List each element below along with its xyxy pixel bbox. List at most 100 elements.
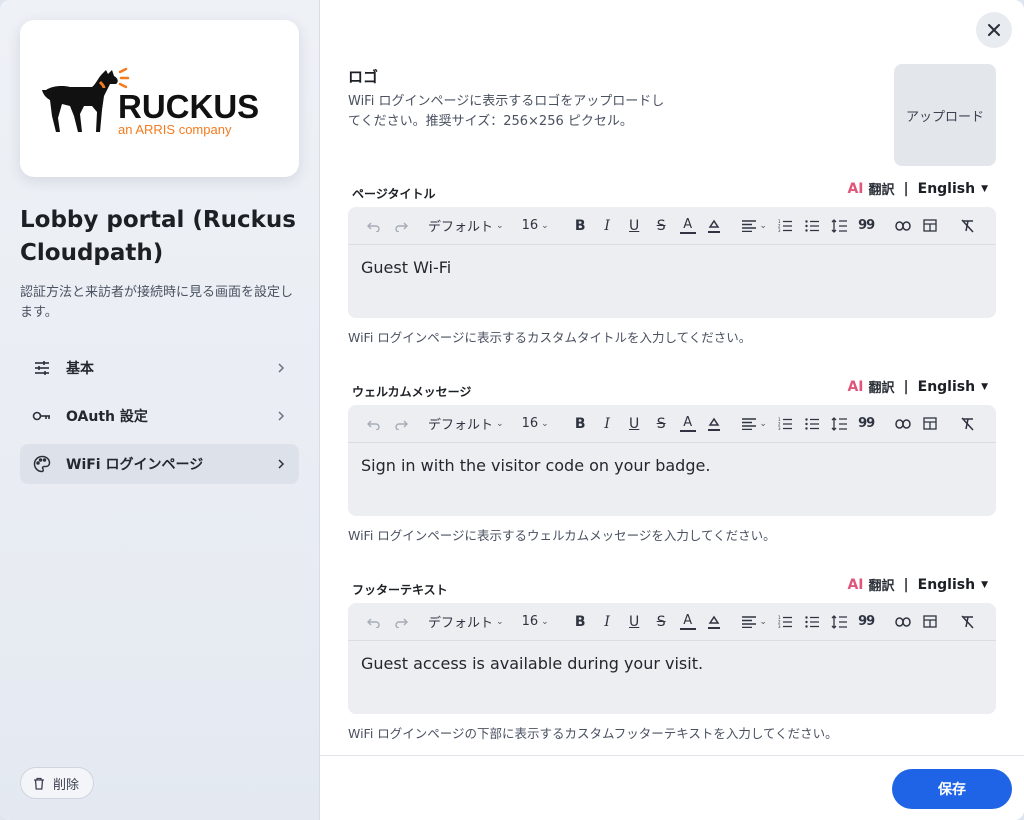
bold-icon[interactable]: B xyxy=(567,215,594,237)
chevron-down-icon: ⌄ xyxy=(496,418,504,429)
highlight-color-icon[interactable] xyxy=(701,215,728,237)
logo-section-description: WiFi ログインページに表示するロゴをアップロードしてください。推奨サイズ：2… xyxy=(348,94,665,129)
ordered-list-icon[interactable]: 123 xyxy=(772,413,799,435)
upload-logo-button[interactable]: アップロード xyxy=(894,64,996,166)
close-icon xyxy=(988,24,1000,36)
chevron-down-icon: ⌄ xyxy=(541,418,549,429)
delete-button[interactable]: 削除 xyxy=(20,767,95,799)
chevron-right-icon xyxy=(278,411,285,421)
ordered-list-icon[interactable]: 123 xyxy=(772,611,799,633)
clear-formatting-icon[interactable] xyxy=(954,413,981,435)
language-select[interactable]: English ▼ xyxy=(918,181,988,197)
settings-nav: 基本 OAuth 設定 WiFi ログインページ xyxy=(20,348,299,492)
clear-formatting-icon[interactable] xyxy=(954,215,981,237)
ai-badge: AI xyxy=(847,180,864,197)
strikethrough-icon[interactable]: S xyxy=(648,413,675,435)
undo-icon[interactable] xyxy=(360,215,387,237)
main-panel: ロゴ WiFi ログインページに表示するロゴをアップロードしてください。推奨サイ… xyxy=(320,0,1024,820)
editor-content[interactable]: Sign in with the visitor code on your ba… xyxy=(348,443,996,488)
quote-icon[interactable]: 99 xyxy=(853,611,880,633)
font-family-select[interactable]: デフォルト ⌄ xyxy=(424,413,508,435)
undo-icon[interactable] xyxy=(360,611,387,633)
table-icon[interactable] xyxy=(917,413,944,435)
ruckus-logo: RUCKUS an ARRIS company xyxy=(42,67,259,137)
highlight-color-icon[interactable] xyxy=(701,611,728,633)
bullet-list-icon[interactable] xyxy=(799,611,826,633)
strikethrough-icon[interactable]: S xyxy=(648,611,675,633)
italic-icon[interactable]: I xyxy=(594,215,621,237)
undo-icon[interactable] xyxy=(360,413,387,435)
line-height-icon[interactable] xyxy=(826,413,853,435)
redo-icon[interactable] xyxy=(387,413,414,435)
line-height-icon[interactable] xyxy=(826,611,853,633)
font-family-value: デフォルト xyxy=(428,220,494,235)
field-tools: AI 翻訳 | English ▼ xyxy=(847,179,988,199)
chevron-down-icon: ⌄ xyxy=(759,616,767,627)
highlight-color-icon[interactable] xyxy=(701,413,728,435)
table-icon[interactable] xyxy=(917,611,944,633)
underline-icon[interactable]: U xyxy=(621,215,648,237)
chevron-right-icon xyxy=(278,363,285,373)
nav-item-basic[interactable]: 基本 xyxy=(20,348,299,388)
align-icon[interactable]: ⌄ xyxy=(738,215,772,237)
strikethrough-icon[interactable]: S xyxy=(648,215,675,237)
link-icon[interactable] xyxy=(890,413,917,435)
editor-content[interactable]: Guest access is available during your vi… xyxy=(348,641,996,686)
svg-text:3: 3 xyxy=(778,228,781,232)
text-color-icon[interactable]: A xyxy=(679,415,696,432)
bullet-list-icon[interactable] xyxy=(799,215,826,237)
bold-icon[interactable]: B xyxy=(567,611,594,633)
language-select[interactable]: English ▼ xyxy=(918,379,988,395)
bold-icon[interactable]: B xyxy=(567,413,594,435)
redo-icon[interactable] xyxy=(387,611,414,633)
italic-icon[interactable]: I xyxy=(594,611,621,633)
link-icon[interactable] xyxy=(890,215,917,237)
link-icon[interactable] xyxy=(890,611,917,633)
field-help: WiFi ログインページに表示するカスタムタイトルを入力してください。 xyxy=(348,330,752,345)
chevron-down-icon: ⌄ xyxy=(541,616,549,627)
ai-translate-button[interactable]: 翻訳 xyxy=(868,377,894,396)
align-icon[interactable]: ⌄ xyxy=(738,611,772,633)
save-button[interactable]: 保存 xyxy=(892,769,1012,809)
ai-translate-button[interactable]: 翻訳 xyxy=(868,575,894,594)
chevron-down-icon: ⌄ xyxy=(759,220,767,231)
font-family-select[interactable]: デフォルト ⌄ xyxy=(424,215,508,237)
editor-content[interactable]: Guest Wi-Fi xyxy=(348,245,996,290)
trash-icon xyxy=(34,777,44,790)
field-label: ページタイトル xyxy=(352,187,436,201)
ordered-list-icon[interactable]: 123 xyxy=(772,215,799,237)
ai-badge: AI xyxy=(847,576,864,593)
nav-item-oauth[interactable]: OAuth 設定 xyxy=(20,396,299,436)
editor-toolbar: デフォルト ⌄ 16 ⌄ B I U S A ⌄ 123 99 xyxy=(348,207,996,245)
chevron-down-icon: ⌄ xyxy=(496,220,504,231)
bullet-list-icon[interactable] xyxy=(799,413,826,435)
font-size-select[interactable]: 16 ⌄ xyxy=(518,611,553,633)
font-size-value: 16 xyxy=(521,218,539,233)
nav-item-wifi-login-page[interactable]: WiFi ログインページ xyxy=(20,444,299,484)
text-color-icon[interactable]: A xyxy=(679,217,696,234)
field-help: WiFi ログインページに表示するウェルカムメッセージを入力してください。 xyxy=(348,528,776,543)
rich-text-editor: デフォルト ⌄ 16 ⌄ B I U S A ⌄ 123 99 xyxy=(348,405,996,516)
language-select[interactable]: English ▼ xyxy=(918,577,988,593)
caret-down-icon: ▼ xyxy=(981,183,988,194)
redo-icon[interactable] xyxy=(387,215,414,237)
underline-icon[interactable]: U xyxy=(621,413,648,435)
line-height-icon[interactable] xyxy=(826,215,853,237)
underline-icon[interactable]: U xyxy=(621,611,648,633)
app-description: 認証方法と来訪者が接続時に見る画面を設定します。 xyxy=(20,285,294,320)
table-icon[interactable] xyxy=(917,215,944,237)
clear-formatting-icon[interactable] xyxy=(954,611,981,633)
divider: | xyxy=(903,180,909,197)
text-color-icon[interactable]: A xyxy=(679,613,696,630)
font-size-select[interactable]: 16 ⌄ xyxy=(518,215,553,237)
ai-translate-button[interactable]: 翻訳 xyxy=(868,179,894,198)
field-label: ウェルカムメッセージ xyxy=(352,385,472,399)
italic-icon[interactable]: I xyxy=(594,413,621,435)
quote-icon[interactable]: 99 xyxy=(853,215,880,237)
close-button[interactable] xyxy=(976,12,1012,48)
align-icon[interactable]: ⌄ xyxy=(738,413,772,435)
font-family-select[interactable]: デフォルト ⌄ xyxy=(424,611,508,633)
quote-icon[interactable]: 99 xyxy=(853,413,880,435)
svg-text:3: 3 xyxy=(778,624,781,628)
font-size-select[interactable]: 16 ⌄ xyxy=(518,413,553,435)
